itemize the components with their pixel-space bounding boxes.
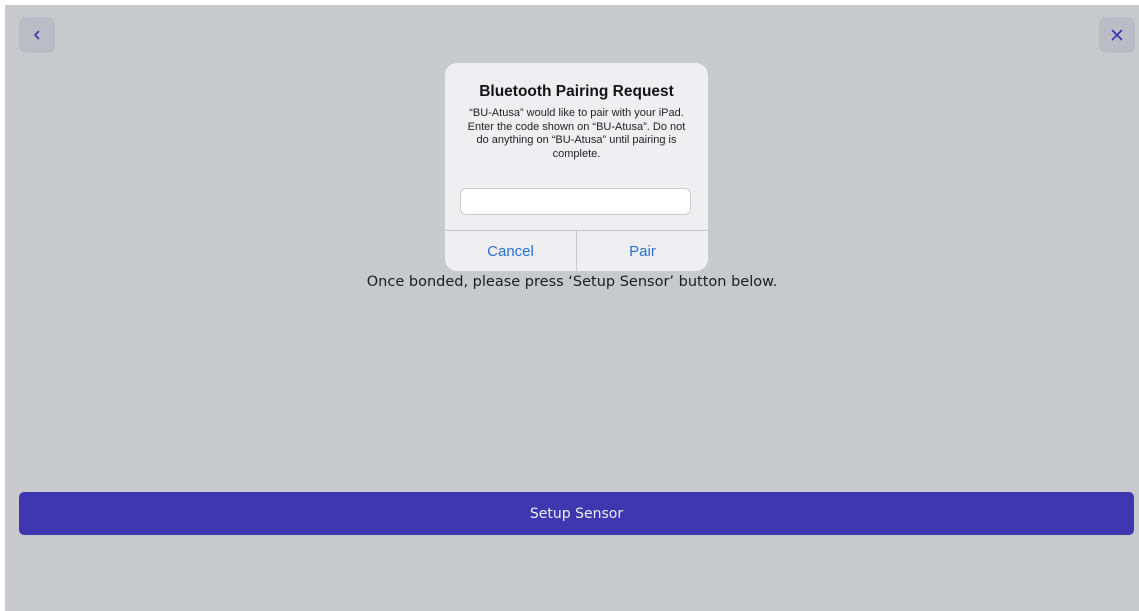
dialog-title: Bluetooth Pairing Request — [479, 83, 674, 100]
pair-button[interactable]: Pair — [577, 231, 708, 271]
setup-sensor-button[interactable]: Setup Sensor — [19, 492, 1134, 535]
back-button[interactable] — [19, 17, 55, 53]
bonding-instruction: Once bonded, please press ‘Setup Sensor’… — [366, 274, 778, 290]
chevron-left-icon — [34, 30, 40, 40]
close-icon — [1111, 29, 1123, 41]
app-screen: Once bonded, please press ‘Setup Sensor’… — [5, 5, 1139, 611]
close-button[interactable] — [1099, 17, 1135, 53]
pairing-code-input[interactable] — [460, 188, 691, 215]
dialog-message: “BU-Atusa” would like to pair with your … — [467, 107, 686, 160]
dialog-actions: Cancel Pair — [445, 230, 708, 271]
cancel-button[interactable]: Cancel — [445, 231, 577, 271]
bluetooth-pairing-dialog: Bluetooth Pairing Request “BU-Atusa” wou… — [445, 63, 708, 271]
